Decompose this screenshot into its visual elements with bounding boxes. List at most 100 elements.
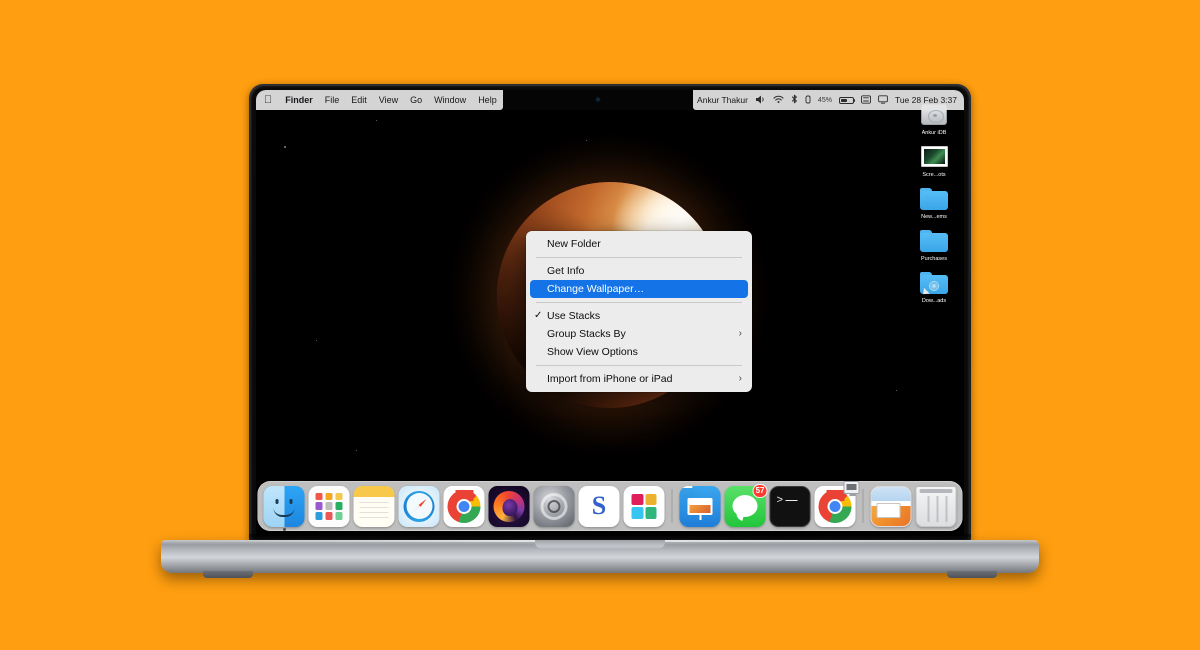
dock-separator [862,489,864,523]
dock-item-chrome-screenshare[interactable] [814,480,860,527]
menu-item-window[interactable]: Window [428,90,472,110]
document-icon [870,485,912,527]
context-menu-item-label: Change Wallpaper… [547,283,645,295]
menu-bar-gap-right [644,90,694,110]
desktop-icon-purchases[interactable]: Purchases [908,226,960,262]
context-menu-item-use-stacks[interactable]: ✓ Use Stacks [526,307,752,325]
context-menu-item-group-stacks-by[interactable]: Group Stacks By › [526,325,752,343]
desktop-icon-screenshot[interactable]: Scre...ots [908,142,960,178]
folder-disc-icon [919,268,949,298]
control-center-icon[interactable] [860,94,871,106]
keyboard-brightness-icon[interactable] [805,95,811,106]
desktop-icon-label: New...ems [921,214,947,220]
laptop-screen:  Finder File Edit View Go Window Help A… [256,90,964,536]
menu-bar-right: Ankur Thakur 45% Tue 28 Feb 3:37 [693,90,964,110]
screenshot-icon [919,142,949,170]
finder-icon [263,485,305,527]
laptop-foot-left [203,571,253,578]
menu-bar-gap-left [502,90,551,110]
menu-item-help[interactable]: Help [472,90,503,110]
desktop-icon-label: Ankur iDB [921,130,947,136]
chevron-right-icon: › [738,328,742,339]
dock-item-system-settings[interactable] [533,485,575,527]
apple-logo-icon[interactable]:  [262,90,279,110]
wifi-icon[interactable] [773,95,784,106]
dock-item-notes[interactable] [353,485,395,527]
menu-bar-left:  Finder File Edit View Go Window Help [256,90,503,110]
gear-icon [533,485,575,527]
context-menu-item-import-from-iphone-or-ipad[interactable]: Import from iPhone or iPad › [526,370,752,388]
menu-item-file[interactable]: File [319,90,346,110]
desktop-icon-label: Purchases [921,256,947,262]
dock-item-simplenote[interactable]: S [578,485,620,527]
desktop-icon-label: Scre...ots [922,172,946,178]
desktop-icon-new-items[interactable]: New...ems [908,184,960,220]
volume-icon[interactable] [755,95,766,106]
context-menu-separator [536,257,742,258]
context-menu-item-new-folder[interactable]: New Folder [526,235,752,253]
context-menu-item-change-wallpaper[interactable]: Change Wallpaper… [530,280,748,298]
menu-item-finder[interactable]: Finder [279,90,319,110]
star [356,450,358,452]
folder-icon [919,184,949,212]
dock-item-document[interactable] [870,485,912,527]
running-indicator [282,527,286,531]
star [586,140,587,141]
folder-icon [919,226,949,254]
menu-clock[interactable]: Tue 28 Feb 3:37 [895,95,957,105]
context-menu-separator [536,365,742,366]
context-menu-item-label: Get Info [547,265,585,277]
star [284,146,286,148]
dock: S 57 > [257,480,963,531]
battery-icon[interactable] [838,96,856,104]
laptop-foot-right [947,571,997,578]
macbook-device:  Finder File Edit View Go Window Help A… [0,0,1200,650]
menu-bar:  Finder File Edit View Go Window Help A… [256,90,964,110]
desktop-icons: Ankur iDB Scre...ots New...ems Purchases… [908,100,960,304]
star [376,120,377,121]
dock-separator [671,489,673,523]
notes-icon [353,485,395,527]
checkmark-icon: ✓ [534,310,543,321]
context-menu-item-label: New Folder [547,238,601,250]
screen-share-indicator-icon [843,480,860,496]
desktop-icon-label: Dow...ads [921,298,947,304]
dock-item-launchpad[interactable] [308,485,350,527]
screen-mirroring-icon[interactable] [878,94,888,106]
slack-icon [623,485,665,527]
laptop-base-notch [535,540,665,549]
display-notch [550,90,645,110]
context-menu-item-show-view-options[interactable]: Show View Options [526,343,752,361]
menu-user-name[interactable]: Ankur Thakur [697,95,748,105]
chevron-right-icon: › [738,373,742,384]
menu-item-go[interactable]: Go [404,90,428,110]
dock-item-slack[interactable] [623,485,665,527]
keynote-icon [679,485,721,527]
launchpad-icon [308,485,350,527]
dock-item-keynote[interactable] [679,485,721,527]
context-menu-item-label: Use Stacks [547,310,601,322]
dock-item-firefox[interactable] [488,485,530,527]
desktop-icon-downloads[interactable]: Dow...ads [908,268,960,304]
dock-item-finder[interactable] [263,485,305,531]
simplenote-icon: S [578,485,620,527]
trash-icon [915,485,957,527]
dock-item-terminal[interactable]: > [769,485,811,527]
bluetooth-icon[interactable] [791,94,798,106]
dock-item-messages[interactable]: 57 [724,483,768,527]
dock-item-trash[interactable] [915,485,957,527]
laptop-base [161,540,1039,588]
context-menu-item-label: Show View Options [547,346,638,358]
dock-item-chrome[interactable] [443,485,485,527]
messages-badge: 57 [752,483,768,498]
context-menu-item-label: Group Stacks By [547,328,626,340]
menu-item-edit[interactable]: Edit [345,90,373,110]
context-menu-item-label: Import from iPhone or iPad [547,373,673,385]
context-menu-item-get-info[interactable]: Get Info [526,262,752,280]
firefox-icon [488,485,530,527]
star [316,340,317,341]
terminal-icon: > [769,485,811,527]
menu-item-view[interactable]: View [373,90,404,110]
dock-item-safari[interactable] [398,485,440,527]
safari-icon [398,485,440,527]
